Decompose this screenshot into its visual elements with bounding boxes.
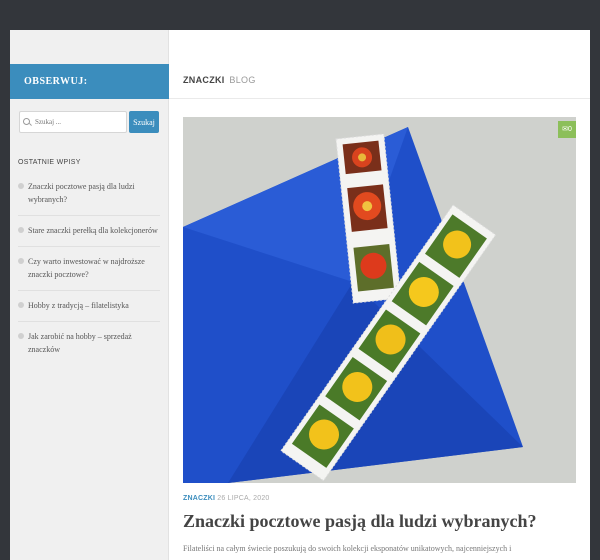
top-bar [0, 0, 600, 30]
bullet-icon [18, 227, 24, 233]
recent-post-link[interactable]: Stare znaczki perełką dla kolekcjonerów [28, 226, 158, 235]
search-icon [23, 117, 32, 127]
follow-bar: OBSERWUJ: [10, 64, 169, 99]
recent-post-link[interactable]: Hobby z tradycją – filatelistyka [28, 301, 129, 310]
bullet-icon [18, 258, 24, 264]
recent-post-item[interactable]: Znaczki pocztowe pasją dla ludzi wybrany… [18, 177, 160, 216]
recent-post-link[interactable]: Czy warto inwestować w najdroższe znaczk… [28, 257, 145, 279]
recent-post-item[interactable]: Stare znaczki perełką dla kolekcjonerów [18, 221, 160, 247]
post-meta: ZNACZKI 26 LIPCA, 2020 [183, 495, 270, 502]
search-box [19, 111, 127, 133]
post-category[interactable]: ZNACZKI [183, 495, 215, 502]
page: OBSERWUJ: Szukaj OSTATNIE WPISY Znaczki … [10, 30, 590, 560]
header-divider [169, 98, 590, 99]
bullet-icon [18, 183, 24, 189]
main-content: ZNACZKI BLOG ✉0 ZNACZKI 26 LIPCA, 2020 Z… [169, 30, 590, 560]
blog-name: ZNACZKI [183, 75, 225, 85]
comment-count-badge[interactable]: ✉0 [558, 121, 576, 138]
blog-suffix: BLOG [229, 75, 256, 85]
recent-post-link[interactable]: Jak zarobić na hobby – sprzedaż znaczków [28, 332, 132, 354]
blog-title[interactable]: ZNACZKI BLOG [183, 75, 256, 85]
recent-posts-list: Znaczki pocztowe pasją dla ludzi wybrany… [18, 177, 160, 370]
post-date: 26 LIPCA, 2020 [217, 495, 270, 502]
recent-post-item[interactable]: Jak zarobić na hobby – sprzedaż znaczków [18, 327, 160, 365]
sidebar: OBSERWUJ: Szukaj OSTATNIE WPISY Znaczki … [10, 30, 169, 560]
search-button[interactable]: Szukaj [129, 111, 159, 133]
stamps-envelope-photo [183, 117, 576, 483]
post-excerpt: Filateliści na całym świecie poszukują d… [183, 544, 512, 553]
recent-posts-title: OSTATNIE WPISY [18, 159, 81, 166]
post-title[interactable]: Znaczki pocztowe pasją dla ludzi wybrany… [183, 511, 537, 532]
recent-post-link[interactable]: Znaczki pocztowe pasją dla ludzi wybrany… [28, 182, 135, 204]
recent-post-item[interactable]: Czy warto inwestować w najdroższe znaczk… [18, 252, 160, 291]
featured-image[interactable] [183, 117, 576, 483]
search-input[interactable] [35, 118, 123, 126]
bullet-icon [18, 333, 24, 339]
comment-count: 0 [567, 126, 572, 133]
bullet-icon [18, 302, 24, 308]
recent-post-item[interactable]: Hobby z tradycją – filatelistyka [18, 296, 160, 322]
